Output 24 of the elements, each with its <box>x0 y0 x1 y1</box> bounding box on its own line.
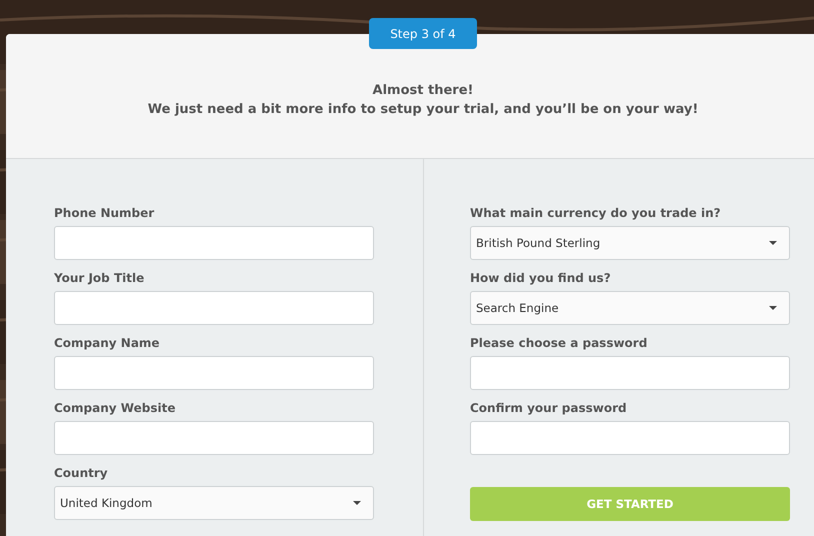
step-badge: Step 3 of 4 <box>369 18 477 49</box>
select-field[interactable]: Search Engine <box>470 291 790 325</box>
caret-icon <box>769 241 777 245</box>
field-label: Your Job Title <box>54 271 146 285</box>
select-field[interactable]: British Pound Sterling <box>470 226 790 260</box>
subheading-text: We just need a bit more info to setup your trial, and you’ll be on your way! <box>148 101 698 119</box>
select-field[interactable]: United Kingdom <box>54 486 374 520</box>
field-label: Confirm your password <box>470 401 628 415</box>
field-label: Please choose a password <box>470 336 648 350</box>
caret-icon <box>769 306 777 310</box>
field-label: Phone Number <box>54 206 156 220</box>
field-label: How did you find us? <box>470 271 612 285</box>
input-field[interactable] <box>54 421 374 455</box>
password-field[interactable] <box>470 356 790 390</box>
input-field[interactable] <box>54 356 374 390</box>
field-label: What main currency do you trade in? <box>470 206 722 220</box>
caret-icon <box>353 501 361 505</box>
field-label: Country <box>54 466 109 480</box>
field-label: Company Name <box>54 336 161 350</box>
input-field[interactable] <box>54 226 374 260</box>
heading-text: Almost there! <box>372 82 474 100</box>
password-field[interactable] <box>470 421 790 455</box>
input-field[interactable] <box>54 291 374 325</box>
field-label: Company Website <box>54 401 176 415</box>
